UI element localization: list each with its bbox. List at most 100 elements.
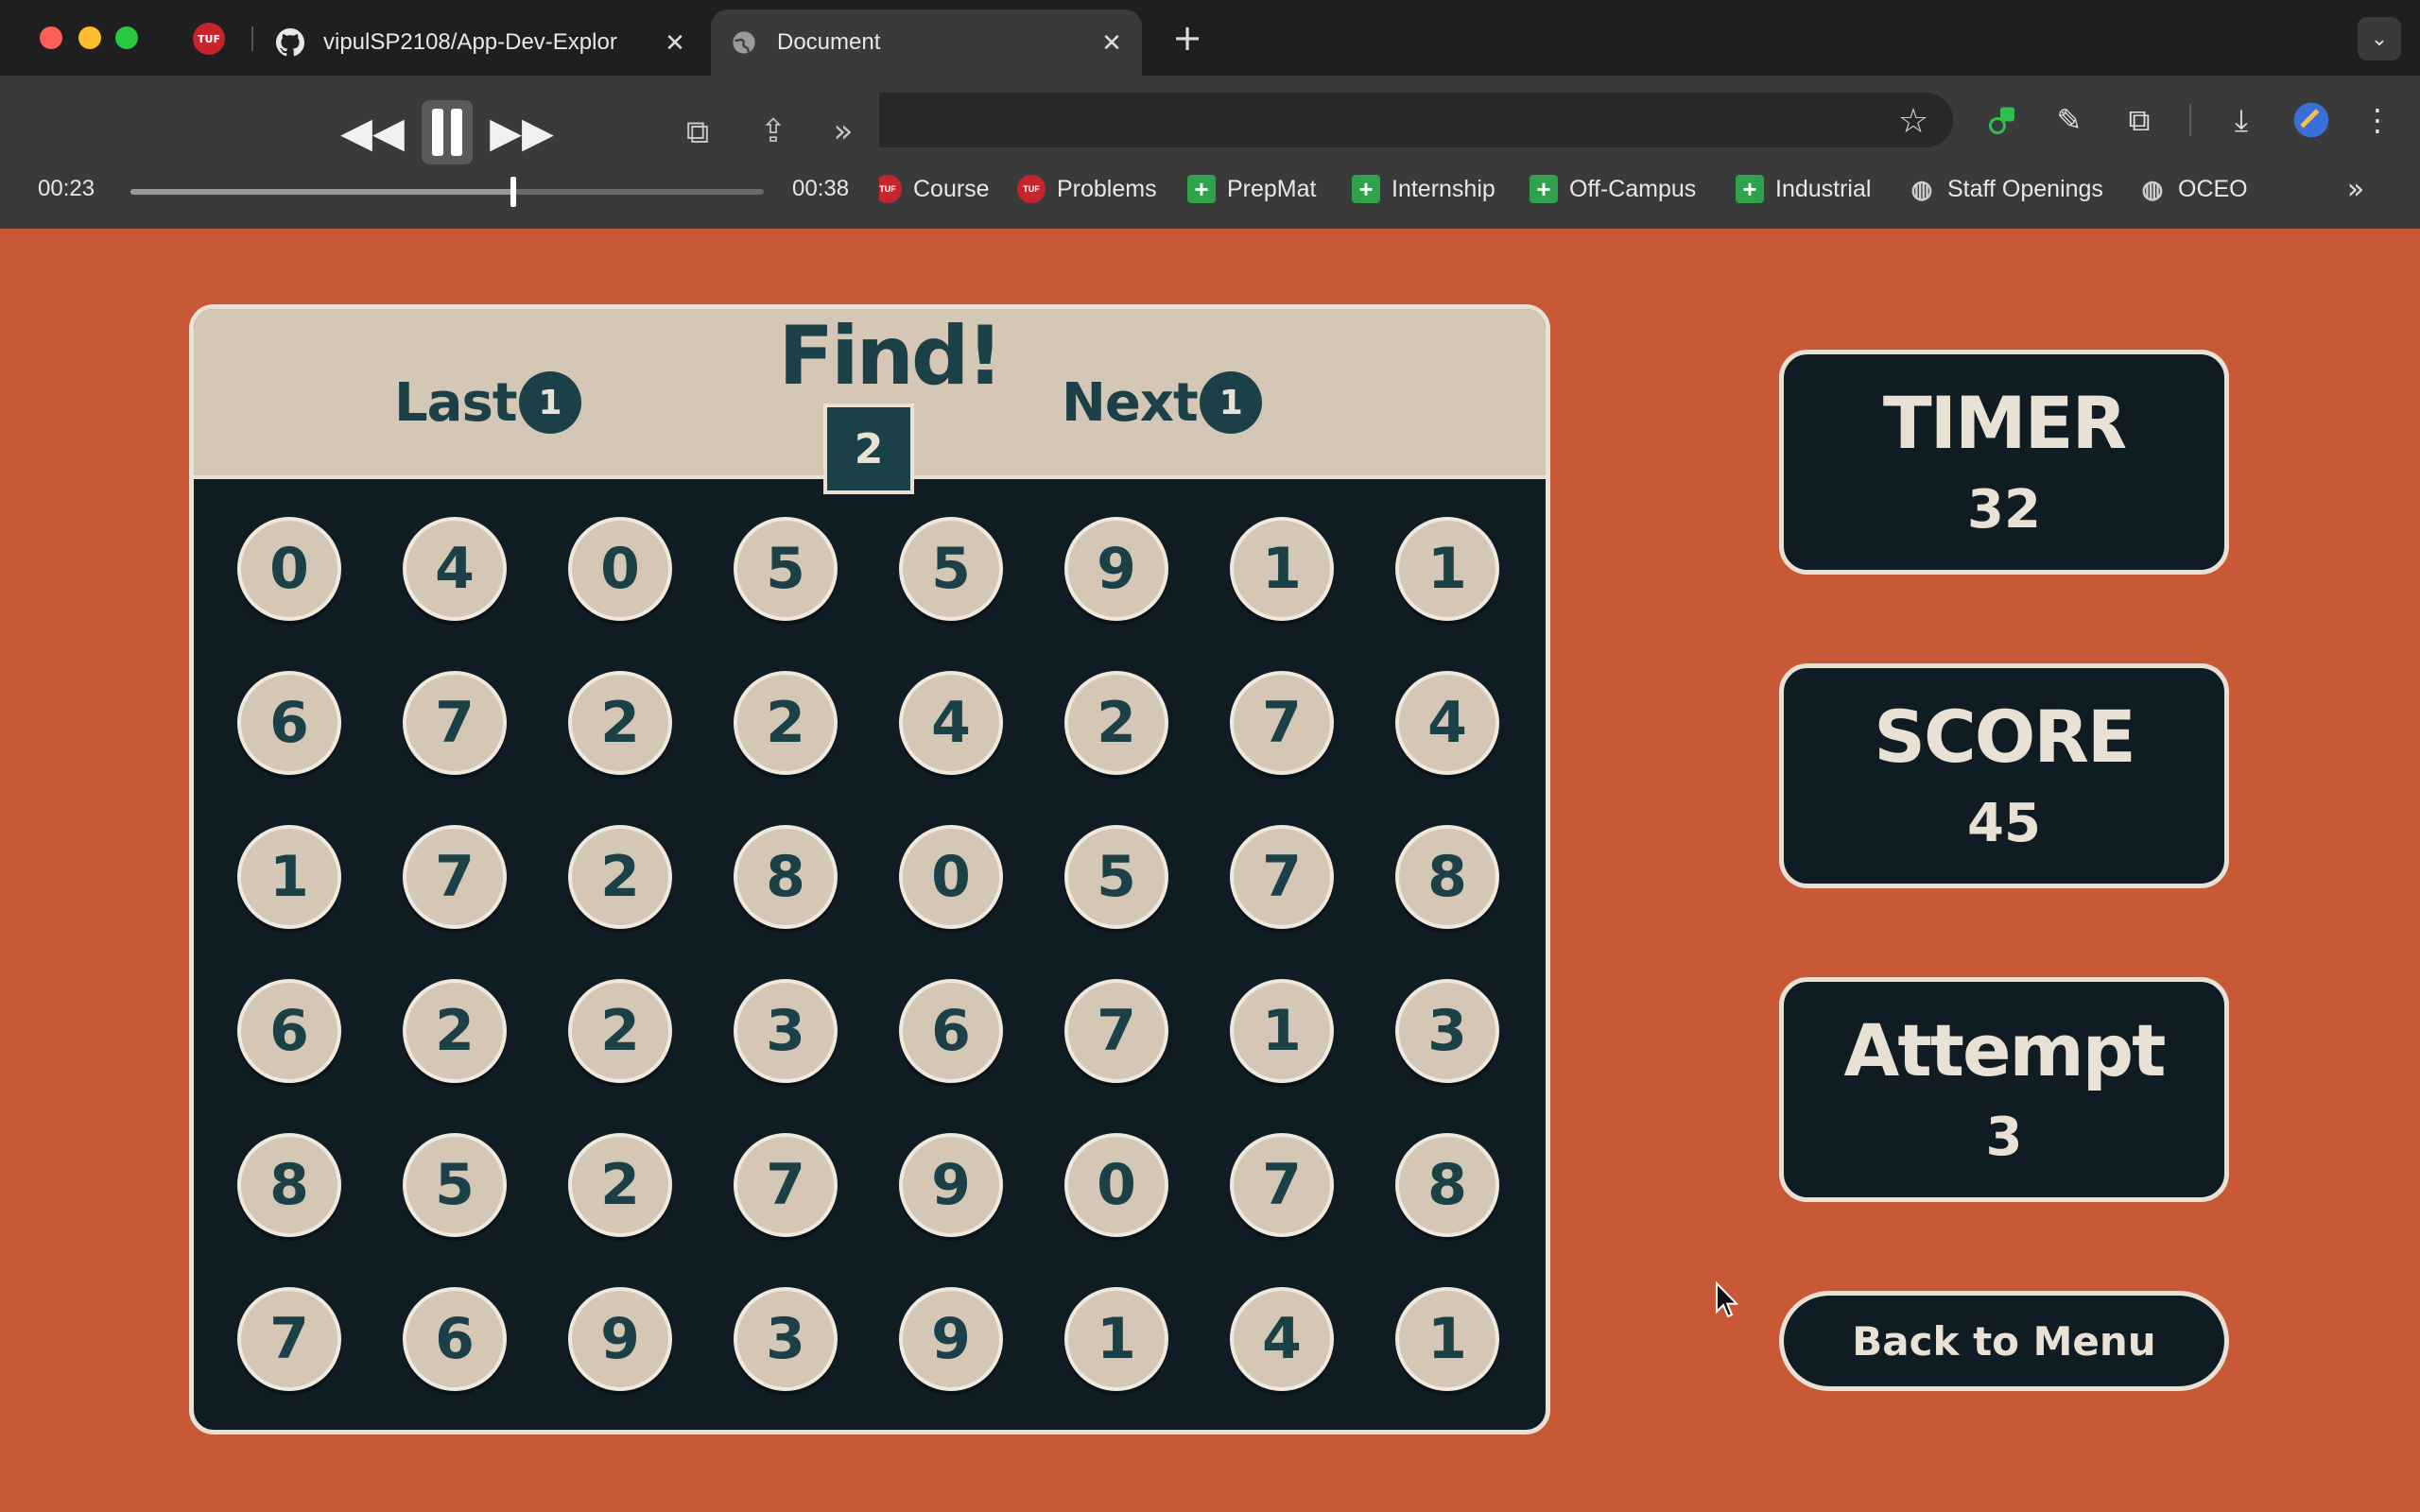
number-tile[interactable]: 8 — [1395, 1133, 1499, 1237]
next-indicator: Next 1 — [1062, 369, 1262, 436]
media-seek-handle[interactable] — [510, 177, 517, 207]
number-tile[interactable]: 9 — [899, 1133, 1003, 1237]
number-tile[interactable]: 9 — [568, 1287, 672, 1391]
bookmark-prepmat[interactable]: + PrepMat — [1187, 166, 1316, 212]
number-tile[interactable]: 2 — [568, 671, 672, 775]
next-value-badge: 1 — [1199, 371, 1262, 434]
number-tile[interactable]: 8 — [1395, 825, 1499, 929]
number-tile[interactable]: 2 — [734, 671, 838, 775]
number-tile[interactable]: 7 — [1230, 825, 1334, 929]
number-tile[interactable]: 3 — [1395, 979, 1499, 1083]
number-tile[interactable]: 2 — [568, 979, 672, 1083]
number-tile[interactable]: 0 — [568, 517, 672, 621]
last-indicator: Last 1 — [394, 369, 581, 436]
bookmark-oceo[interactable]: ◍ OCEO — [2138, 166, 2248, 212]
eyedropper-icon[interactable]: ✎ — [2046, 96, 2093, 144]
tab-github[interactable]: vipulSP2108/App-Dev-Explor ✕ — [270, 9, 705, 76]
number-tile[interactable]: 1 — [1395, 517, 1499, 621]
bookmark-label: Internship — [1392, 175, 1495, 202]
number-tile[interactable]: 1 — [1064, 1287, 1168, 1391]
chevron-double-right-icon[interactable]: » — [2337, 166, 2375, 212]
bookmark-label: Industrial — [1775, 175, 1872, 202]
address-bar[interactable] — [841, 93, 1953, 147]
number-tile[interactable]: 9 — [899, 1287, 1003, 1391]
number-tile[interactable]: 9 — [1064, 517, 1168, 621]
rewind-icon[interactable]: ◀◀ — [340, 106, 405, 159]
plus-folder-icon: + — [1187, 175, 1216, 203]
number-tile[interactable]: 1 — [237, 825, 341, 929]
number-tile[interactable]: 0 — [237, 517, 341, 621]
bookmark-problems[interactable]: TUF Problems — [1017, 166, 1157, 212]
pause-button[interactable] — [422, 100, 473, 164]
number-tile[interactable]: 1 — [1230, 979, 1334, 1083]
more-vert-icon[interactable]: ⋮ — [2354, 96, 2401, 144]
fast-forward-icon[interactable]: ▶▶ — [490, 106, 554, 159]
media-controls-popup: ◀◀ ▶▶ ⧉ ⇪ » 00:23 00:38 — [0, 76, 879, 229]
tab-title: vipulSP2108/App-Dev-Explor — [323, 29, 617, 55]
window-close-button[interactable] — [40, 26, 62, 49]
profile-avatar-icon[interactable] — [2288, 96, 2335, 144]
chevron-down-icon[interactable]: ⌄ — [2358, 17, 2401, 60]
tuf-icon[interactable]: TUF — [193, 23, 225, 55]
bookmark-industrial[interactable]: + Industrial — [1736, 166, 1871, 212]
github-icon — [274, 26, 306, 59]
find-title: Find! — [778, 309, 1003, 404]
number-tile[interactable]: 2 — [1064, 671, 1168, 775]
number-tile[interactable]: 5 — [899, 517, 1003, 621]
number-tile[interactable]: 0 — [899, 825, 1003, 929]
number-tile[interactable]: 4 — [1230, 1287, 1334, 1391]
score-value: 45 — [1967, 793, 2041, 854]
download-icon[interactable]: ⤓ — [2218, 96, 2265, 144]
number-tile[interactable]: 1 — [1230, 517, 1334, 621]
number-tile[interactable]: 2 — [403, 979, 507, 1083]
number-tile[interactable]: 7 — [1230, 1133, 1334, 1237]
number-tile[interactable]: 6 — [237, 671, 341, 775]
bookmark-course[interactable]: TUF Course — [873, 166, 990, 212]
number-tile[interactable]: 6 — [899, 979, 1003, 1083]
bookmark-off-campus[interactable]: + Off-Campus — [1530, 166, 1696, 212]
number-tile[interactable]: 4 — [1395, 671, 1499, 775]
score-panel: SCORE 45 — [1779, 663, 2229, 888]
attempt-label: Attempt — [1843, 1008, 2167, 1092]
number-tile[interactable]: 4 — [899, 671, 1003, 775]
picture-in-picture-icon[interactable]: ⧉ — [675, 112, 720, 153]
number-tile[interactable]: 2 — [568, 1133, 672, 1237]
extension-icon[interactable] — [1979, 96, 2027, 144]
number-tile[interactable]: 7 — [1064, 979, 1168, 1083]
close-icon[interactable]: ✕ — [658, 26, 692, 60]
number-tile[interactable]: 4 — [403, 517, 507, 621]
number-tile[interactable]: 7 — [734, 1133, 838, 1237]
chevron-double-right-icon[interactable]: » — [822, 110, 864, 153]
window-maximize-button[interactable] — [115, 26, 138, 49]
bookmark-star-icon[interactable]: ☆ — [1893, 100, 1934, 142]
number-tile[interactable]: 7 — [403, 825, 507, 929]
number-tile[interactable]: 5 — [403, 1133, 507, 1237]
number-tile[interactable]: 7 — [403, 671, 507, 775]
number-tile[interactable]: 2 — [568, 825, 672, 929]
share-icon[interactable]: ⇪ — [752, 110, 794, 153]
number-tile[interactable]: 6 — [403, 1287, 507, 1391]
new-tab-icon[interactable]: + — [1168, 17, 1206, 59]
tab-document[interactable]: Document ✕ — [711, 9, 1142, 76]
number-tile[interactable]: 7 — [1230, 671, 1334, 775]
number-tile[interactable]: 8 — [237, 1133, 341, 1237]
bookmark-internship[interactable]: + Internship — [1352, 166, 1495, 212]
back-to-menu-button[interactable]: Back to Menu — [1779, 1291, 2229, 1391]
bookmark-staff-openings[interactable]: ◍ Staff Openings — [1908, 166, 2103, 212]
number-tile[interactable]: 1 — [1395, 1287, 1499, 1391]
close-icon[interactable]: ✕ — [1095, 26, 1129, 60]
find-target-number: 2 — [823, 404, 914, 494]
number-tile[interactable]: 5 — [734, 517, 838, 621]
number-tile[interactable]: 3 — [734, 979, 838, 1083]
media-seek-bar[interactable] — [130, 177, 764, 207]
window-minimize-button[interactable] — [78, 26, 101, 49]
number-tile[interactable]: 0 — [1064, 1133, 1168, 1237]
tab-title: Document — [777, 29, 881, 55]
number-tile[interactable]: 7 — [237, 1287, 341, 1391]
number-tile[interactable]: 6 — [237, 979, 341, 1083]
number-tile[interactable]: 5 — [1064, 825, 1168, 929]
globe-icon: ◍ — [1910, 174, 1933, 203]
number-tile[interactable]: 8 — [734, 825, 838, 929]
number-tile[interactable]: 3 — [734, 1287, 838, 1391]
puzzle-icon[interactable]: ⧉ — [2116, 96, 2163, 144]
